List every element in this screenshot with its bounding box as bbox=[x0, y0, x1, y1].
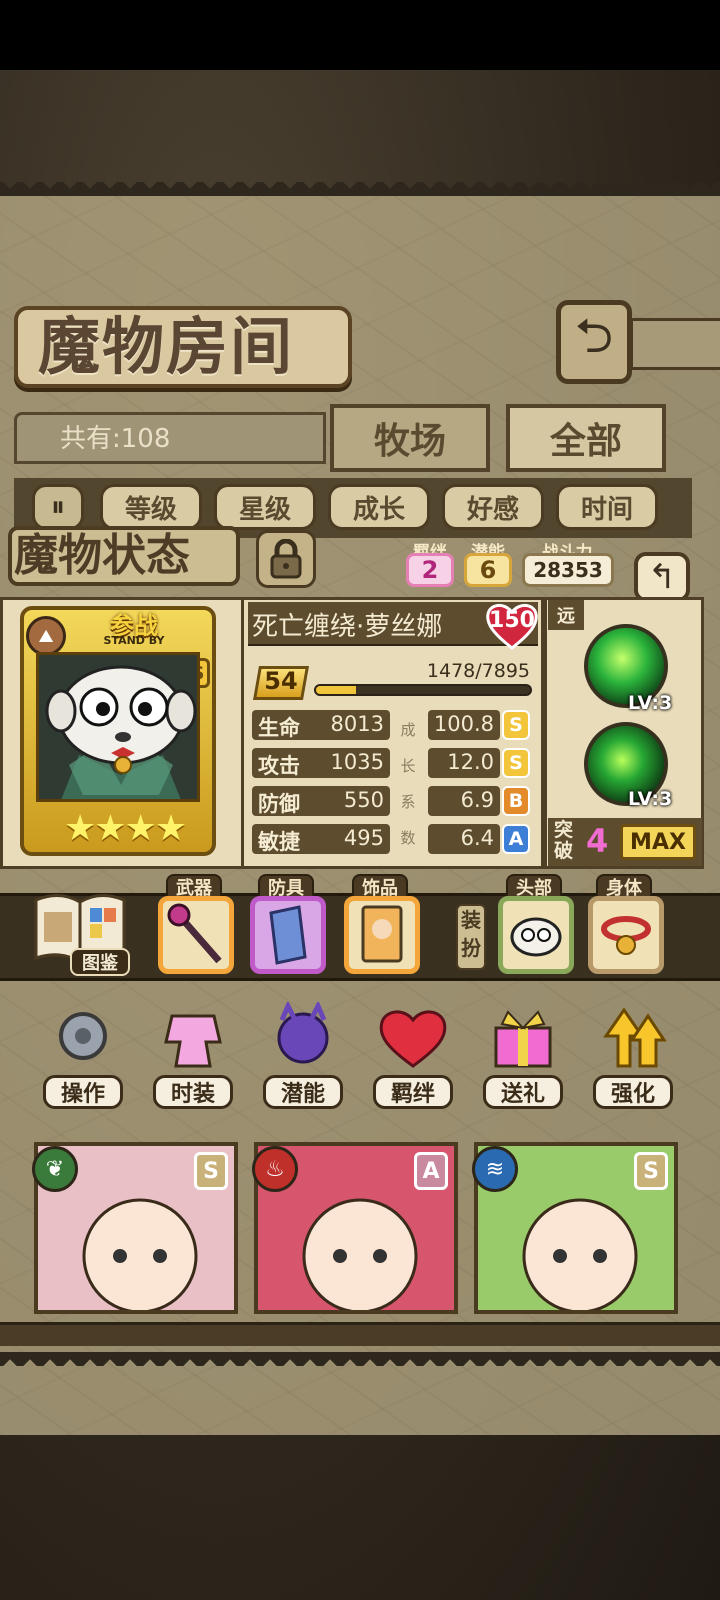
growth-value: 12.0 bbox=[447, 750, 494, 774]
lock-button[interactable] bbox=[256, 530, 316, 588]
earth-element-icon: ⛰ bbox=[26, 616, 66, 656]
bottom-torn-edge bbox=[0, 1352, 720, 1366]
water-element-icon: ≋ bbox=[472, 1146, 518, 1192]
header-strip bbox=[630, 318, 720, 370]
range-badge: 远 bbox=[548, 600, 584, 630]
gift-icon bbox=[494, 1010, 552, 1068]
weapon-slot[interactable] bbox=[158, 896, 234, 974]
lock-icon bbox=[270, 539, 302, 579]
stat-value: 550 bbox=[343, 788, 384, 812]
bond-value: 2 bbox=[406, 553, 454, 587]
card-accessory-icon bbox=[361, 905, 403, 963]
rank-badge: A bbox=[414, 1152, 448, 1190]
fire-element-icon: ♨ bbox=[252, 1146, 298, 1192]
growth-value: 6.4 bbox=[460, 826, 494, 850]
bell-collar-icon bbox=[601, 916, 651, 955]
grade-badge: S bbox=[502, 710, 530, 740]
grade-badge: A bbox=[502, 824, 530, 854]
monster-portrait[interactable] bbox=[36, 652, 200, 802]
stat-key: 攻击 bbox=[258, 754, 300, 778]
max-badge: MAX bbox=[620, 824, 696, 860]
filter-level[interactable]: 等级 bbox=[100, 484, 202, 530]
filter-time[interactable]: 时间 bbox=[556, 484, 658, 530]
tab-all[interactable]: 全部 bbox=[506, 404, 666, 472]
leaf-element-icon: ❦ bbox=[32, 1146, 78, 1192]
action-label: 操作 bbox=[43, 1075, 123, 1109]
potential-value: 6 bbox=[464, 553, 512, 587]
action-label: 强化 bbox=[593, 1075, 673, 1109]
filter-star[interactable]: 星级 bbox=[214, 484, 316, 530]
growth-char: 系 bbox=[400, 793, 416, 811]
standby-sub: STAND BY bbox=[103, 634, 165, 647]
head-slot[interactable] bbox=[498, 896, 574, 974]
codex-label: 图鉴 bbox=[70, 948, 130, 976]
armor-slot[interactable] bbox=[250, 896, 326, 974]
accessory-slot[interactable] bbox=[344, 896, 420, 974]
stat-key: 生命 bbox=[258, 716, 300, 740]
dress-icon bbox=[164, 1014, 222, 1068]
armor-icon bbox=[269, 905, 307, 965]
skill-2-level: LV:3 bbox=[628, 788, 673, 810]
growth-value: 6.9 bbox=[460, 788, 494, 812]
demon-icon bbox=[277, 1002, 329, 1064]
action-label: 潜能 bbox=[263, 1075, 343, 1109]
action-label: 时装 bbox=[153, 1075, 233, 1109]
top-torn-edge bbox=[0, 182, 720, 196]
sort-toggle-button[interactable]: ⏸ bbox=[32, 484, 84, 530]
upgrade-arrow-icon bbox=[603, 1007, 667, 1068]
status-title: 魔物状态 bbox=[14, 530, 190, 581]
grade-badge: S bbox=[502, 748, 530, 778]
breakthrough-value: 4 bbox=[586, 822, 609, 860]
filter-affection[interactable]: 好感 bbox=[442, 484, 544, 530]
status-back-button[interactable]: ↰ bbox=[634, 552, 690, 602]
stat-row: 敏捷 495 6.4 A bbox=[252, 824, 536, 856]
head-icon bbox=[510, 917, 562, 957]
heart-icon bbox=[379, 1010, 447, 1068]
stat-value: 1035 bbox=[330, 750, 384, 774]
affinity-value: 150 bbox=[489, 608, 535, 633]
return-arrow-icon: ↰ bbox=[647, 557, 677, 597]
stat-value: 495 bbox=[343, 826, 384, 850]
tab-ranch[interactable]: 牧场 bbox=[330, 404, 490, 472]
page-title: 魔物房间 bbox=[38, 310, 295, 383]
star-rating: ★★★★ bbox=[64, 808, 187, 849]
body-slot[interactable] bbox=[588, 896, 664, 974]
growth-label: 成 长 系 数 bbox=[398, 712, 418, 856]
stat-key: 防御 bbox=[258, 792, 300, 816]
exp-bar-fill bbox=[316, 686, 357, 694]
monster-name: 死亡缠绕·萝丝娜 bbox=[252, 612, 443, 642]
staff-icon bbox=[167, 903, 222, 964]
rank-badge: S bbox=[634, 1152, 668, 1190]
stat-key: 敏捷 bbox=[258, 830, 300, 854]
rank-badge: S bbox=[194, 1152, 228, 1190]
growth-char: 数 bbox=[400, 829, 416, 847]
back-button[interactable]: ⮌ bbox=[556, 300, 632, 384]
growth-char: 成 bbox=[400, 721, 416, 739]
growth-char: 长 bbox=[400, 757, 416, 775]
stat-value: 8013 bbox=[330, 712, 384, 736]
stat-row: 防御 550 6.9 B bbox=[252, 786, 536, 818]
growth-value: 100.8 bbox=[433, 712, 494, 736]
power-value: 28353 bbox=[522, 553, 614, 587]
gear-icon bbox=[59, 1012, 107, 1060]
action-label: 羁绊 bbox=[373, 1075, 453, 1109]
return-arrow-icon: ⮌ bbox=[574, 307, 614, 364]
list-bottom-border bbox=[0, 1322, 720, 1346]
exp-bar bbox=[314, 684, 532, 696]
filter-growth[interactable]: 成长 bbox=[328, 484, 430, 530]
monster-count: 共有:108 bbox=[60, 424, 171, 454]
sort-icon: ⏸ bbox=[50, 490, 65, 523]
exp-text: 1478/7895 bbox=[426, 660, 530, 682]
stat-row: 攻击 1035 12.0 S bbox=[252, 748, 536, 780]
stat-row: 生命 8013 100.8 S bbox=[252, 710, 536, 742]
skill-1-level: LV:3 bbox=[628, 692, 673, 714]
level-value: 54 bbox=[264, 667, 298, 695]
dress-up-label: 装扮 bbox=[456, 904, 486, 970]
sheep-monster-icon bbox=[39, 655, 197, 799]
action-label: 送礼 bbox=[483, 1075, 563, 1109]
grade-badge: B bbox=[502, 786, 530, 816]
breakthrough-label: 突破 bbox=[554, 819, 574, 862]
